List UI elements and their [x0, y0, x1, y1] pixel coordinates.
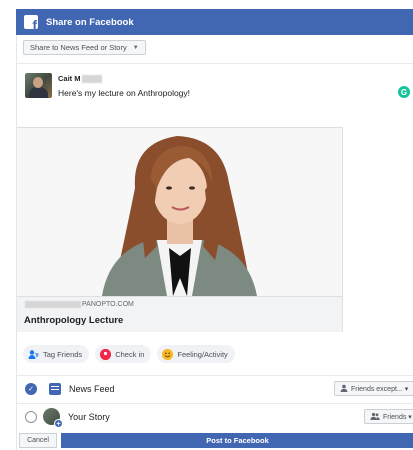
your-story-checkbox[interactable]	[25, 410, 37, 423]
news-feed-icon	[49, 382, 61, 395]
chevron-down-icon: ▼	[132, 44, 139, 51]
post-actions: Tag Friends Check in Feeling/Activity	[17, 341, 413, 367]
post-text-input[interactable]: Here's my lecture on Anthropology!	[58, 88, 190, 98]
lecturer-photo	[17, 128, 342, 296]
friends-icon	[370, 412, 380, 422]
facebook-logo-icon: f	[24, 15, 38, 29]
tag-friends-icon	[28, 349, 39, 360]
destination-news-feed[interactable]: ✓ News Feed Friends except... ▾	[17, 375, 413, 401]
avatar	[25, 73, 52, 98]
link-meta: PANOPTO.COM Anthropology Lecture	[17, 296, 342, 332]
person-icon	[340, 384, 348, 394]
news-feed-checkbox[interactable]: ✓	[25, 382, 37, 395]
feeling-activity-button[interactable]: Feeling/Activity	[157, 345, 235, 363]
redacted-subdomain	[25, 301, 81, 308]
share-target-label: Share to News Feed or Story	[30, 43, 127, 52]
destination-your-story[interactable]: + Your Story Friends ▾	[17, 403, 413, 429]
link-preview-card[interactable]: PANOPTO.COM Anthropology Lecture	[17, 127, 343, 332]
share-target-dropdown[interactable]: Share to News Feed or Story ▼	[23, 40, 146, 55]
author-name: Cait M	[58, 74, 102, 83]
redacted-name	[81, 74, 102, 83]
link-title: Anthropology Lecture	[24, 315, 124, 326]
dialog-titlebar: f Share on Facebook	[16, 9, 413, 35]
smiley-icon	[162, 348, 174, 360]
check-in-button[interactable]: Check in	[95, 345, 152, 363]
your-story-label: Your Story	[68, 411, 110, 422]
grammarly-icon[interactable]: G	[398, 86, 410, 98]
dialog-footer: Cancel Post to Facebook	[17, 433, 413, 448]
cancel-button[interactable]: Cancel	[19, 433, 57, 448]
tag-friends-button[interactable]: Tag Friends	[23, 345, 90, 363]
preview-image	[17, 128, 342, 296]
dialog-title: Share on Facebook	[46, 16, 134, 28]
plus-icon: +	[54, 419, 63, 428]
share-dialog: Share to News Feed or Story ▼ Cait M Her…	[16, 35, 413, 450]
post-to-facebook-button[interactable]: Post to Facebook	[61, 433, 413, 448]
news-feed-label: News Feed	[69, 383, 115, 394]
location-pin-icon	[100, 348, 112, 360]
your-story-audience-dropdown[interactable]: Friends ▾	[364, 409, 413, 424]
news-feed-audience-dropdown[interactable]: Friends except... ▾	[334, 381, 413, 396]
link-domain: PANOPTO.COM	[24, 301, 134, 308]
story-avatar: +	[43, 408, 63, 428]
